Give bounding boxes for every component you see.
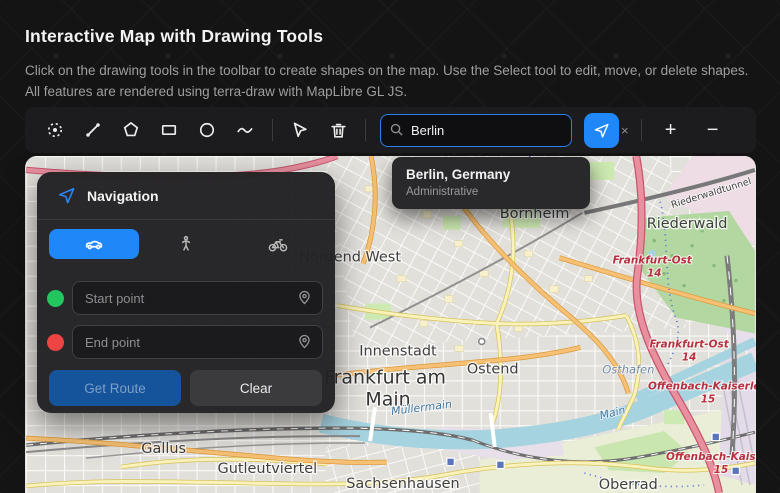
map-label: 14 [647,268,662,280]
clear-button[interactable]: Clear [190,370,322,406]
rectangle-icon [159,120,179,140]
mode-bicycle-tab[interactable] [233,229,323,259]
point-tool-button[interactable] [41,116,69,144]
start-point-input[interactable] [72,281,323,315]
toolbar-divider [365,119,366,141]
polygon-icon [121,120,141,140]
send-icon [593,122,610,139]
circle-tool-button[interactable] [193,116,221,144]
map-label: Offenbach-Kaiserlei [648,380,756,392]
map-label: 15 [701,393,716,405]
navigation-toggle-button[interactable] [584,113,619,148]
delete-tool-button[interactable] [324,116,352,144]
page-description: Click on the drawing tools in the toolba… [25,60,760,102]
close-icon[interactable]: × [621,123,629,138]
zoom-in-button[interactable]: + [657,116,685,144]
line-icon [83,120,103,140]
page-header: Interactive Map with Drawing Tools Click… [25,26,760,102]
select-tool-button[interactable] [286,116,314,144]
suggestion-title: Berlin, Germany [406,167,576,182]
cursor-icon [290,120,310,140]
freehand-tool-button[interactable] [231,116,259,144]
mode-car-tab[interactable] [49,229,139,259]
map-label: Osthafen [602,362,654,376]
map-label: Riederwald [647,216,728,232]
mode-walk-tab[interactable] [141,229,231,259]
rectangle-tool-button[interactable] [155,116,183,144]
start-point-dot [47,290,64,307]
circle-icon [197,120,217,140]
end-point-input[interactable] [72,325,323,359]
suggestion-subtitle: Administrative [406,186,576,198]
map-label: 14 [682,351,697,363]
map-label: Gallus [141,441,186,457]
map-label: Frankfurt-Ost [650,338,730,350]
freehand-icon [235,120,255,140]
map-label: 15 [714,464,729,476]
map-label: Innenstadt [359,343,437,359]
trash-icon [329,121,348,140]
map-label: Offenbach-Kaiserlei [666,451,756,463]
drawing-toolbar: × + − [25,107,756,153]
map-label: Sachsenhausen [346,476,459,492]
point-icon [45,120,65,140]
end-point-dot [47,334,64,351]
search-suggestion-item[interactable]: Berlin, Germany Administrative [392,157,590,209]
line-tool-button[interactable] [79,116,107,144]
panel-title: Navigation [87,188,159,204]
map-label: Oberrad [599,477,658,493]
map-label: Frankfurt-Ost [613,255,693,267]
toolbar-divider [641,119,642,141]
send-icon [57,186,76,205]
zoom-out-button[interactable]: − [699,116,727,144]
search-input[interactable] [380,114,572,147]
car-icon [83,233,105,255]
walk-icon [176,234,196,254]
map-label: Frankfurt am [324,366,446,388]
navigation-panel: Navigation [37,172,335,413]
map-label: Gutleutviertel [218,461,318,477]
polygon-tool-button[interactable] [117,116,145,144]
map-label: Ostend [467,361,519,377]
page-title: Interactive Map with Drawing Tools [25,26,760,47]
bicycle-icon [267,233,289,255]
toolbar-divider [272,119,273,141]
get-route-button[interactable]: Get Route [49,370,181,406]
